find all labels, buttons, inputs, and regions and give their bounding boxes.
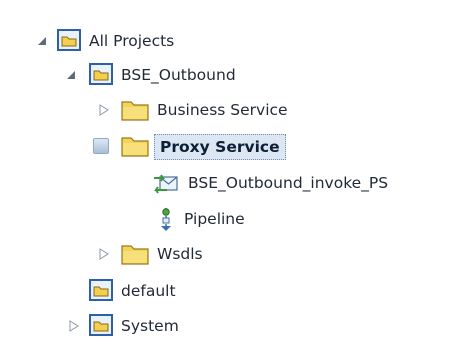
project-tree: All Projects BSE_Outbound Business Servi…: [0, 0, 457, 360]
tree-label-bse-outbound: BSE_Outbound: [121, 66, 236, 84]
folder-icon: [121, 135, 149, 157]
tree-label-pipeline: Pipeline: [184, 210, 245, 228]
tree-label-default: default: [121, 282, 176, 300]
project-folder-icon: [57, 29, 81, 51]
tree-label-bse-outbound-invoke-ps: BSE_Outbound_invoke_PS: [188, 174, 389, 192]
tree-label-business-service: Business Service: [157, 101, 288, 119]
pipeline-icon: [158, 206, 174, 232]
collapsed-triangle-icon[interactable]: [67, 319, 81, 333]
project-folder-icon: [89, 314, 113, 336]
tree-label-system: System: [121, 317, 179, 335]
folder-icon: [121, 99, 149, 121]
collapsed-triangle-icon[interactable]: [97, 247, 111, 261]
expand-toggle-icon[interactable]: [93, 138, 109, 154]
project-folder-icon: [89, 279, 113, 301]
tree-label-all-projects: All Projects: [89, 32, 175, 50]
expanded-triangle-icon[interactable]: [64, 68, 78, 82]
expanded-triangle-icon[interactable]: [35, 34, 49, 48]
collapsed-triangle-icon[interactable]: [97, 103, 111, 117]
project-folder-icon: [89, 63, 113, 85]
tree-label-wsdls: Wsdls: [157, 245, 203, 263]
proxy-service-icon: [153, 172, 179, 194]
tree-label-proxy-service: Proxy Service: [154, 134, 286, 160]
folder-icon: [121, 243, 149, 265]
